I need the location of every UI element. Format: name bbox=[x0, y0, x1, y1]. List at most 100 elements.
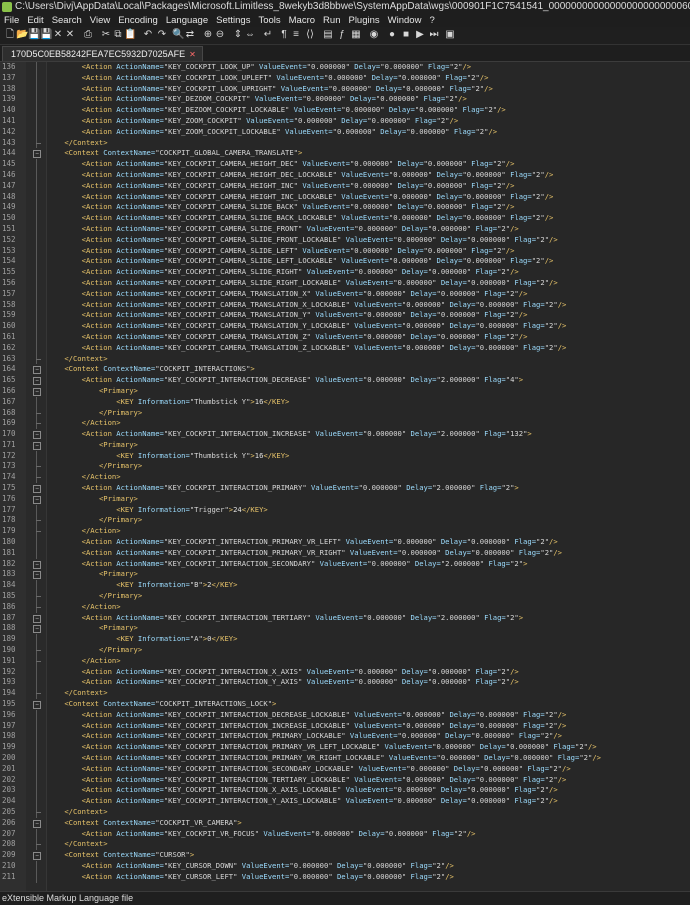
word-wrap-icon[interactable]: ↵ bbox=[262, 29, 274, 41]
menu-search[interactable]: Search bbox=[48, 14, 86, 27]
code-line[interactable]: 140 <Action ActionName="KEY_DEZOOM_COCKP… bbox=[0, 105, 690, 116]
code-line[interactable]: 148 <Action ActionName="KEY_COCKPIT_CAME… bbox=[0, 191, 690, 203]
save-macro-icon[interactable]: ▣ bbox=[444, 29, 456, 41]
code-line[interactable]: 211 <Action ActionName="KEY_CURSOR_LEFT"… bbox=[0, 871, 690, 883]
close-tab-icon[interactable]: ✕ bbox=[189, 48, 196, 62]
code-line[interactable]: 201 <Action ActionName="KEY_COCKPIT_INTE… bbox=[0, 763, 690, 775]
show-all-chars-icon[interactable]: ¶ bbox=[278, 29, 290, 41]
menu-help[interactable]: ? bbox=[425, 14, 438, 27]
code-line[interactable]: 164 − <Context ContextName="COCKPIT_INTER… bbox=[0, 364, 690, 375]
code-line[interactable]: 152 <Action ActionName="KEY_COCKPIT_CAME… bbox=[0, 234, 690, 246]
code-line[interactable]: 145 <Action ActionName="KEY_COCKPIT_CAME… bbox=[0, 159, 690, 170]
code-line[interactable]: 147 <Action ActionName="KEY_COCKPIT_CAME… bbox=[0, 180, 690, 192]
fold-toggle-icon[interactable]: − bbox=[33, 614, 41, 623]
fold-toggle-icon[interactable]: − bbox=[33, 560, 41, 569]
code-line[interactable]: 171 − <Primary> bbox=[0, 440, 690, 451]
code-line[interactable]: 157 <Action ActionName="KEY_COCKPIT_CAME… bbox=[0, 288, 690, 300]
menu-macro[interactable]: Macro bbox=[285, 14, 319, 27]
code-line[interactable]: 173 </Primary> bbox=[0, 461, 690, 473]
code-line[interactable]: 166 − <Primary> bbox=[0, 386, 690, 397]
undo-icon[interactable]: ↶ bbox=[142, 29, 154, 41]
code-line[interactable]: 178 </Primary> bbox=[0, 515, 690, 527]
code-line[interactable]: 172 <KEY Information="Thumbstick Y">16</… bbox=[0, 450, 690, 462]
menu-encoding[interactable]: Encoding bbox=[114, 14, 162, 27]
redo-icon[interactable]: ↷ bbox=[156, 29, 168, 41]
editor-area[interactable]: 136 <Action ActionName="KEY_COCKPIT_LOOK… bbox=[0, 62, 690, 891]
code-line[interactable]: 161 <Action ActionName="KEY_COCKPIT_CAME… bbox=[0, 331, 690, 343]
code-line[interactable]: 153 <Action ActionName="KEY_COCKPIT_CAME… bbox=[0, 245, 690, 257]
udl-icon[interactable]: ⟨⟩ bbox=[304, 29, 316, 41]
new-file-icon[interactable]: 🗋 bbox=[4, 29, 16, 41]
code-line[interactable]: 196 <Action ActionName="KEY_COCKPIT_INTE… bbox=[0, 709, 690, 721]
menu-language[interactable]: Language bbox=[162, 14, 212, 27]
code-line[interactable]: 185 </Primary> bbox=[0, 591, 690, 602]
fold-toggle-icon[interactable]: − bbox=[33, 366, 41, 375]
code-line[interactable]: 168 </Primary> bbox=[0, 407, 690, 419]
menu-run[interactable]: Run bbox=[319, 14, 344, 27]
code-line[interactable]: 175 − <Action ActionName="KEY_COCKPIT_INT… bbox=[0, 483, 690, 494]
find-icon[interactable]: 🔍 bbox=[172, 29, 184, 41]
code-line[interactable]: 174 </Action> bbox=[0, 472, 690, 484]
cut-icon[interactable]: ✂ bbox=[100, 29, 112, 41]
code-line[interactable]: 156 <Action ActionName="KEY_COCKPIT_CAME… bbox=[0, 277, 690, 289]
copy-icon[interactable]: ⧉ bbox=[112, 29, 124, 41]
fold-toggle-icon[interactable]: − bbox=[33, 819, 41, 828]
tab-active-file[interactable]: 170D5C0EB58242FEA7EC5932D7025AFE ✕ bbox=[2, 46, 203, 61]
code-line[interactable]: 165 − <Action ActionName="KEY_COCKPIT_INT… bbox=[0, 375, 690, 386]
fold-toggle-icon[interactable]: − bbox=[33, 377, 41, 386]
code-line[interactable]: 170 − <Action ActionName="KEY_COCKPIT_INT… bbox=[0, 429, 690, 440]
close-icon[interactable]: ✕ bbox=[52, 29, 64, 41]
stop-macro-icon[interactable]: ■ bbox=[400, 29, 412, 41]
code-line[interactable]: 199 <Action ActionName="KEY_COCKPIT_INTE… bbox=[0, 742, 690, 753]
fold-toggle-icon[interactable]: − bbox=[33, 701, 41, 710]
code-line[interactable]: 194 </Context> bbox=[0, 688, 690, 700]
menu-settings[interactable]: Settings bbox=[212, 14, 254, 27]
replace-icon[interactable]: ⇄ bbox=[184, 29, 196, 41]
fold-toggle-icon[interactable]: − bbox=[33, 485, 41, 494]
fold-toggle-icon[interactable]: − bbox=[33, 852, 41, 861]
fold-toggle-icon[interactable]: − bbox=[33, 625, 41, 634]
code-line[interactable]: 208 </Context> bbox=[0, 839, 690, 851]
close-all-icon[interactable]: ✕ bbox=[64, 29, 76, 41]
save-all-icon[interactable]: 💾 bbox=[40, 29, 52, 41]
code-line[interactable]: 162 <Action ActionName="KEY_COCKPIT_CAME… bbox=[0, 342, 690, 354]
code-line[interactable]: 206 − <Context ContextName="COCKPIT_VR_CA… bbox=[0, 818, 690, 829]
code-line[interactable]: 169 </Action> bbox=[0, 418, 690, 430]
fold-toggle-icon[interactable]: − bbox=[33, 150, 41, 159]
code-line[interactable]: 210 <Action ActionName="KEY_CURSOR_DOWN"… bbox=[0, 860, 690, 872]
code-line[interactable]: 176 − <Primary> bbox=[0, 494, 690, 505]
code-line[interactable]: 182 − <Action ActionName="KEY_COCKPIT_INT… bbox=[0, 559, 690, 570]
record-macro-icon[interactable]: ● bbox=[386, 29, 398, 41]
code-line[interactable]: 190 </Primary> bbox=[0, 645, 690, 656]
zoom-out-icon[interactable]: ⊖ bbox=[214, 29, 226, 41]
code-line[interactable]: 186 </Action> bbox=[0, 601, 690, 613]
code-line[interactable]: 158 <Action ActionName="KEY_COCKPIT_CAME… bbox=[0, 299, 690, 311]
code-line[interactable]: 180 <Action ActionName="KEY_COCKPIT_INTE… bbox=[0, 537, 690, 548]
code-line[interactable]: 150 <Action ActionName="KEY_COCKPIT_CAME… bbox=[0, 213, 690, 224]
code-line[interactable]: 204 <Action ActionName="KEY_COCKPIT_INTE… bbox=[0, 796, 690, 807]
play-multiple-icon[interactable]: ⏭ bbox=[428, 29, 440, 41]
function-list-icon[interactable]: ƒ bbox=[336, 29, 348, 41]
code-view[interactable]: 136 <Action ActionName="KEY_COCKPIT_LOOK… bbox=[0, 62, 690, 883]
sync-v-icon[interactable]: ⇕ bbox=[232, 29, 244, 41]
folder-workspace-icon[interactable]: ▦ bbox=[350, 29, 362, 41]
fold-toggle-icon[interactable]: − bbox=[33, 571, 41, 580]
paste-icon[interactable]: 📋 bbox=[124, 29, 136, 41]
code-line[interactable]: 137 <Action ActionName="KEY_COCKPIT_LOOK… bbox=[0, 72, 690, 84]
code-line[interactable]: 151 <Action ActionName="KEY_COCKPIT_CAME… bbox=[0, 223, 690, 235]
code-line[interactable]: 203 <Action ActionName="KEY_COCKPIT_INTE… bbox=[0, 785, 690, 797]
open-file-icon[interactable]: 📂 bbox=[16, 29, 28, 41]
code-line[interactable]: 191 </Action> bbox=[0, 655, 690, 667]
fold-toggle-icon[interactable]: − bbox=[33, 431, 41, 440]
code-line[interactable]: 193 <Action ActionName="KEY_COCKPIT_INTE… bbox=[0, 677, 690, 689]
code-line[interactable]: 181 <Action ActionName="KEY_COCKPIT_INTE… bbox=[0, 547, 690, 559]
code-line[interactable]: 143 </Context> bbox=[0, 137, 690, 149]
code-line[interactable]: 202 <Action ActionName="KEY_COCKPIT_INTE… bbox=[0, 774, 690, 786]
code-line[interactable]: 189 <KEY Information="A">0</KEY> bbox=[0, 634, 690, 646]
code-line[interactable]: 188 − <Primary> bbox=[0, 623, 690, 634]
print-icon[interactable]: ⎙ bbox=[82, 29, 94, 41]
code-line[interactable]: 197 <Action ActionName="KEY_COCKPIT_INTE… bbox=[0, 720, 690, 732]
play-macro-icon[interactable]: ▶ bbox=[414, 29, 426, 41]
code-line[interactable]: 187 − <Action ActionName="KEY_COCKPIT_INT… bbox=[0, 613, 690, 624]
code-line[interactable]: 154 <Action ActionName="KEY_COCKPIT_CAME… bbox=[0, 256, 690, 268]
